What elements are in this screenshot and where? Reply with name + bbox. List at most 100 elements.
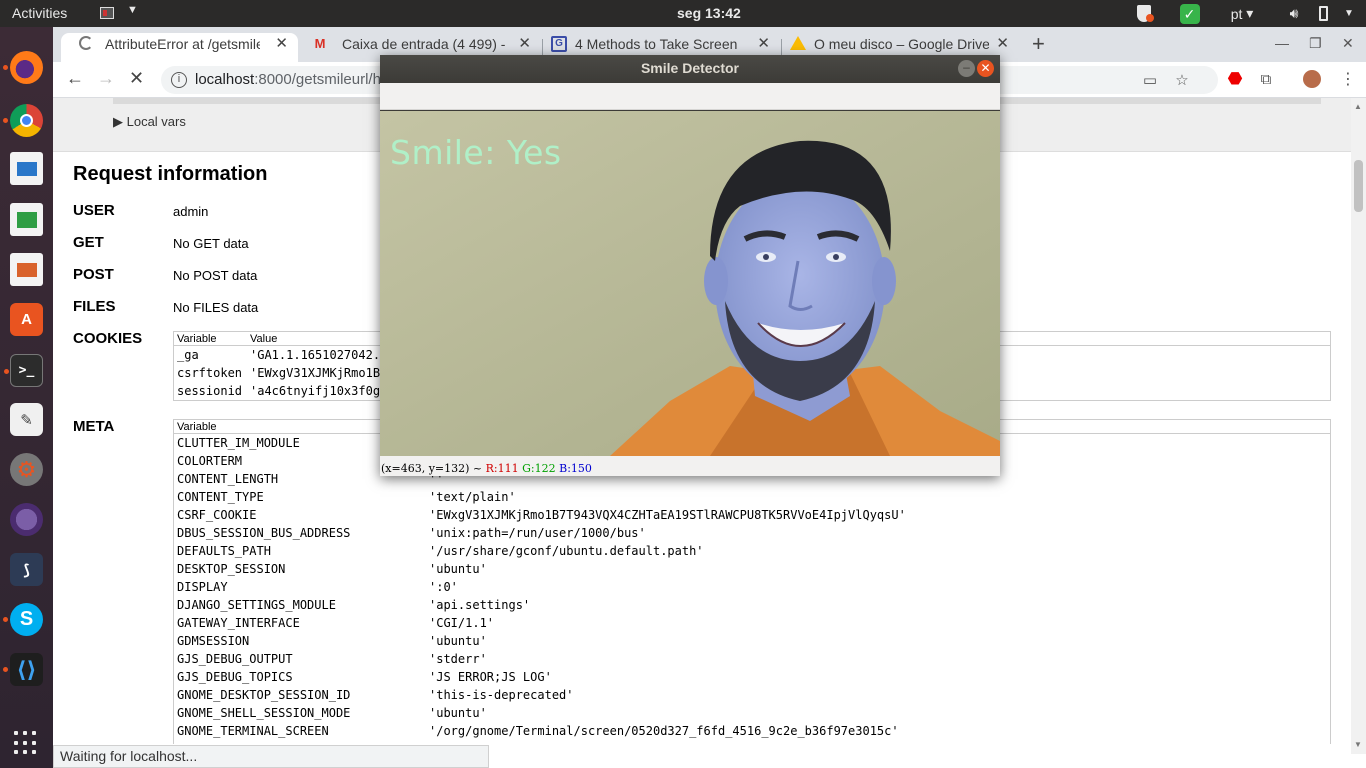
loading-status-bar: Waiting for localhost... — [53, 745, 489, 768]
meta-variable-name: CLUTTER_IM_MODULE — [177, 436, 300, 450]
smile-detector-window[interactable]: Smile Detector – ✕ Smile: Yes (x=463, y=… — [380, 55, 1000, 476]
scrollbar-thumb[interactable] — [1354, 160, 1363, 212]
meta-variable-value: '/org/gnome/Terminal/screen/0520d327_f6f… — [429, 724, 899, 738]
files-value: No FILES data — [173, 300, 259, 315]
stop-loading-button[interactable]: ✕ — [129, 68, 144, 89]
chrome-menu-icon[interactable]: ⋮ — [1339, 70, 1357, 88]
impress-icon[interactable] — [10, 253, 43, 286]
get-label: GET — [73, 234, 104, 251]
meta-variable-value: 'this-is-deprecated' — [429, 688, 574, 702]
post-label: POST — [73, 266, 114, 283]
local-vars-toggle[interactable]: ▶ Local vars — [113, 114, 186, 130]
app-menu-icon[interactable] — [100, 7, 114, 19]
close-tab-icon[interactable]: ✕ — [996, 33, 1009, 55]
gmail-icon: M — [314, 36, 326, 51]
close-tab-icon[interactable]: ✕ — [518, 33, 531, 55]
meta-variable-value: ':0' — [429, 580, 458, 594]
column-header-variable: Variable — [177, 333, 217, 345]
chrome-icon[interactable] — [3, 104, 43, 137]
cookie-name: sessionid — [177, 384, 243, 398]
close-tab-icon[interactable]: ✕ — [757, 33, 770, 55]
vscode-icon[interactable]: ⟨⟩ — [3, 653, 43, 686]
writer-icon[interactable] — [10, 152, 43, 185]
meta-variable-value: 'ubuntu' — [429, 634, 487, 648]
app-menu-caret-icon[interactable]: ▼ — [127, 4, 138, 16]
profile-avatar[interactable] — [1303, 70, 1321, 88]
cursor-coordinates: (x=463, y=132) ~ — [381, 462, 483, 475]
drive-icon — [790, 36, 806, 50]
meta-variable-value: 'stderr' — [429, 652, 487, 666]
meta-variable-name: CSRF_COOKIE — [177, 508, 257, 522]
tab-label: 4 Methods to Take Screen — [575, 36, 738, 52]
meta-variable-name: CONTENT_TYPE — [177, 490, 264, 504]
cookie-value: 'EWxgV31XJMKjRmo1B — [250, 366, 381, 380]
battery-icon[interactable] — [1313, 3, 1333, 24]
software-center-icon[interactable]: A — [10, 303, 43, 336]
cookie-name: csrftoken — [177, 366, 243, 380]
firefox-icon[interactable] — [3, 51, 43, 84]
eclipse-icon[interactable] — [10, 503, 43, 536]
page-icon: G — [551, 36, 567, 52]
screenshot-extension-icon[interactable]: ⧉ — [1257, 70, 1275, 88]
maximize-window-icon[interactable]: ❐ — [1309, 35, 1322, 52]
back-button[interactable]: ← — [66, 68, 84, 89]
meta-variable-value: 'ubuntu' — [429, 562, 487, 576]
url-text[interactable]: localhost:8000/getsmileurl/h — [195, 71, 381, 88]
site-info-icon[interactable]: i — [171, 72, 187, 88]
check-icon[interactable]: ✓ — [1179, 3, 1200, 24]
shield-icon[interactable] — [1134, 3, 1154, 24]
calc-icon[interactable] — [10, 203, 43, 236]
scroll-down-icon[interactable]: ▼ — [1354, 740, 1362, 749]
close-tab-icon[interactable]: ✕ — [275, 33, 288, 55]
close-window-icon[interactable]: ✕ — [977, 60, 994, 77]
cast-icon[interactable]: ▭ — [1141, 71, 1159, 89]
gnome-top-bar: Activities ▼ seg 13:42 ✓ pt ▾ 🔊︎ ▼ — [0, 0, 1366, 27]
skype-icon[interactable]: S — [3, 603, 43, 636]
post-value: No POST data — [173, 268, 258, 283]
column-header-variable: Variable — [177, 421, 217, 433]
meta-variable-name: DEFAULTS_PATH — [177, 544, 271, 558]
show-applications-icon[interactable] — [14, 731, 38, 755]
meta-variable-value: 'EWxgV31XJMKjRmo1B7T943VQX4CZHTaEA19STlR… — [429, 508, 906, 522]
tab-attributeerror[interactable]: AttributeError at /getsmileurl/ ✕ — [61, 33, 298, 62]
user-label: USER — [73, 202, 115, 219]
meta-variable-name: DISPLAY — [177, 580, 228, 594]
tab-label: Caixa de entrada (4 499) - — [342, 36, 506, 52]
forward-button[interactable]: → — [97, 68, 115, 89]
meta-variable-value: 'api.settings' — [429, 598, 531, 612]
terminal-icon[interactable]: >_ — [4, 354, 43, 387]
smile-status-overlay: Smile: Yes — [390, 133, 562, 172]
page-scrollbar[interactable]: ▲ ▼ — [1351, 98, 1366, 754]
meta-variable-name: GNOME_SHELL_SESSION_MODE — [177, 706, 351, 720]
meta-variable-name: DJANGO_SETTINGS_MODULE — [177, 598, 336, 612]
adblock-extension-icon[interactable]: ⬣ — [1226, 69, 1244, 88]
meta-variable-name: GNOME_DESKTOP_SESSION_ID — [177, 688, 351, 702]
green-value: G:122 — [522, 462, 556, 475]
meta-variable-name: GJS_DEBUG_OUTPUT — [177, 652, 293, 666]
loading-spinner-icon — [79, 36, 93, 50]
new-tab-button[interactable]: + — [1032, 31, 1045, 57]
launcher-dock: A >_ ✎ ⚙ ⟆ S ⟨⟩ — [0, 27, 53, 768]
power-menu-icon[interactable]: ▼ — [1339, 3, 1359, 24]
minimize-window-icon[interactable]: – — [958, 60, 975, 77]
close-window-icon[interactable]: ✕ — [1342, 35, 1354, 52]
mysql-workbench-icon[interactable]: ⟆ — [10, 553, 43, 586]
clock[interactable]: seg 13:42 — [677, 5, 741, 21]
user-value: admin — [173, 204, 209, 219]
meta-variable-value: 'ubuntu' — [429, 706, 487, 720]
meta-variable-name: DBUS_SESSION_BUS_ADDRESS — [177, 526, 351, 540]
settings-icon[interactable]: ⚙ — [10, 453, 43, 486]
camera-frame[interactable]: Smile: Yes — [380, 111, 1000, 456]
cookie-value: 'a4c6tnyifj10x3f0g — [250, 384, 381, 398]
get-value: No GET data — [173, 236, 249, 251]
minimize-window-icon[interactable]: — — [1275, 35, 1289, 51]
meta-variable-value: 'CGI/1.1' — [429, 616, 495, 630]
activities-button[interactable]: Activities — [12, 5, 67, 21]
cookies-label: COOKIES — [73, 330, 143, 347]
language-indicator[interactable]: pt ▾ — [1222, 3, 1262, 24]
volume-icon[interactable]: 🔊︎ — [1284, 3, 1304, 24]
bookmark-star-icon[interactable]: ☆ — [1173, 71, 1191, 89]
text-editor-icon[interactable]: ✎ — [10, 403, 43, 436]
scroll-up-icon[interactable]: ▲ — [1354, 102, 1362, 111]
window-title[interactable]: Smile Detector — [380, 55, 1000, 83]
